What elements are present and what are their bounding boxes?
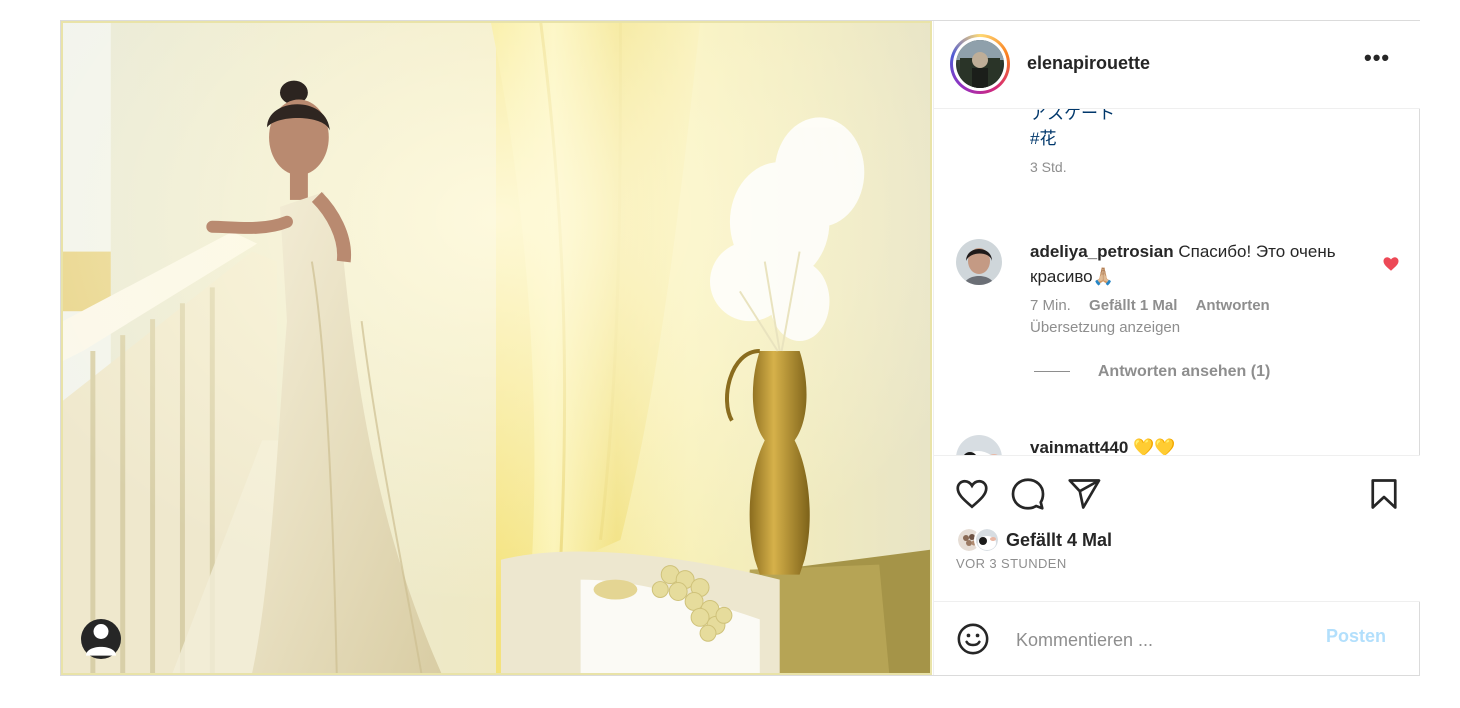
paper-plane-icon[interactable] xyxy=(1066,476,1102,512)
post-side-panel: elenapirouette ••• アスケート #花 3 Std. adeli… xyxy=(933,21,1420,675)
comments-list[interactable]: アスケート #花 3 Std. adeliya_petrosian Спасиб… xyxy=(934,109,1420,455)
comment-username[interactable]: vainmatt440 xyxy=(1030,438,1128,455)
user-tag-button[interactable] xyxy=(81,619,121,659)
post-photo[interactable] xyxy=(61,21,932,675)
commenter-avatar[interactable] xyxy=(956,435,1002,455)
add-comment-bar: Posten xyxy=(934,601,1420,675)
bookmark-icon[interactable] xyxy=(1366,476,1402,512)
caption: アスケート #花 3 Std. xyxy=(1030,109,1115,175)
show-translation-link[interactable]: Übersetzung anzeigen xyxy=(1030,319,1180,336)
likes-summary[interactable]: Gefällt 4 Mal xyxy=(956,526,1112,554)
user-tag-icon xyxy=(86,624,116,656)
heart-outline-icon[interactable] xyxy=(954,476,990,512)
smiley-icon[interactable] xyxy=(956,622,990,656)
post-timestamp[interactable]: VOR 3 STUNDEN xyxy=(956,556,1067,571)
comment-username[interactable]: adeliya_petrosian xyxy=(1030,242,1174,261)
post-actions: Gefällt 4 Mal VOR 3 STUNDEN xyxy=(934,455,1420,601)
more-options-icon[interactable]: ••• xyxy=(1364,47,1390,69)
caption-hashtag[interactable]: #花 xyxy=(1030,126,1115,151)
comment-likes-link[interactable]: Gefällt 1 Mal xyxy=(1089,297,1177,314)
caption-time: 3 Std. xyxy=(1030,159,1067,175)
post-comment-button[interactable]: Posten xyxy=(1326,626,1386,647)
comment-text: 💛💛 xyxy=(1133,438,1176,455)
commenter-avatar[interactable] xyxy=(956,239,1002,285)
liked-heart-icon[interactable] xyxy=(1382,255,1400,273)
comment-body: adeliya_petrosian Спасибо! Это очень кра… xyxy=(1030,239,1350,339)
comment-meta: 7 Min. Gefällt 1 Mal Antworten Übersetzu… xyxy=(1030,295,1350,339)
caption-hashtag[interactable]: アスケート xyxy=(1030,109,1115,126)
comment-time: 7 Min. xyxy=(1030,297,1071,314)
speech-bubble-icon[interactable] xyxy=(1010,476,1046,512)
view-replies-button[interactable]: Antworten ansehen (1) xyxy=(1034,363,1270,381)
photo-illustration xyxy=(63,23,930,673)
liker-avatar xyxy=(974,527,1000,553)
author-avatar[interactable] xyxy=(950,34,1010,94)
author-username[interactable]: elenapirouette xyxy=(1027,53,1150,74)
likes-count[interactable]: Gefällt 4 Mal xyxy=(1006,530,1112,551)
comment-input[interactable] xyxy=(1014,624,1318,656)
post-header: elenapirouette ••• xyxy=(934,21,1420,109)
instagram-post: elenapirouette ••• アスケート #花 3 Std. adeli… xyxy=(60,20,1420,676)
comment-reply-button[interactable]: Antworten xyxy=(1196,297,1270,314)
comment-body: vainmatt440 💛💛 xyxy=(1030,435,1350,455)
view-replies-label: Antworten ansehen (1) xyxy=(1097,363,1271,380)
divider-line xyxy=(1034,371,1070,373)
